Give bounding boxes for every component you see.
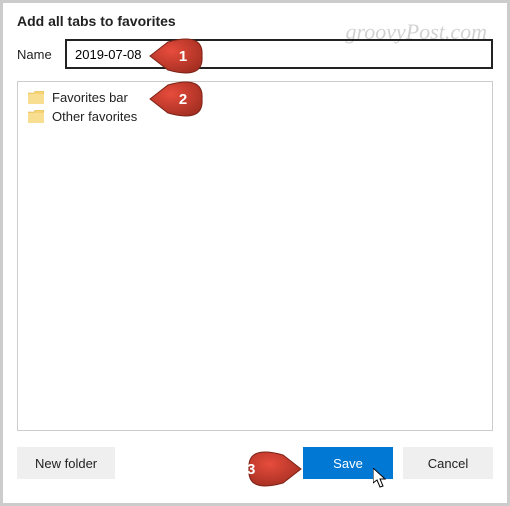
name-label: Name bbox=[17, 47, 65, 62]
cancel-button[interactable]: Cancel bbox=[403, 447, 493, 479]
folder-label: Favorites bar bbox=[52, 90, 128, 105]
folder-icon bbox=[28, 91, 44, 104]
button-row: New folder Save Cancel bbox=[17, 447, 493, 479]
name-input[interactable] bbox=[65, 39, 493, 69]
dialog: groovyPost.com Add all tabs to favorites… bbox=[0, 0, 510, 506]
folder-icon bbox=[28, 110, 44, 123]
save-button[interactable]: Save bbox=[303, 447, 393, 479]
folder-item-favorites-bar[interactable]: Favorites bar bbox=[22, 88, 488, 107]
dialog-title: Add all tabs to favorites bbox=[17, 13, 493, 29]
folder-label: Other favorites bbox=[52, 109, 137, 124]
name-row: Name bbox=[17, 39, 493, 69]
folder-list[interactable]: Favorites bar Other favorites bbox=[17, 81, 493, 431]
new-folder-button[interactable]: New folder bbox=[17, 447, 115, 479]
folder-item-other-favorites[interactable]: Other favorites bbox=[22, 107, 488, 126]
